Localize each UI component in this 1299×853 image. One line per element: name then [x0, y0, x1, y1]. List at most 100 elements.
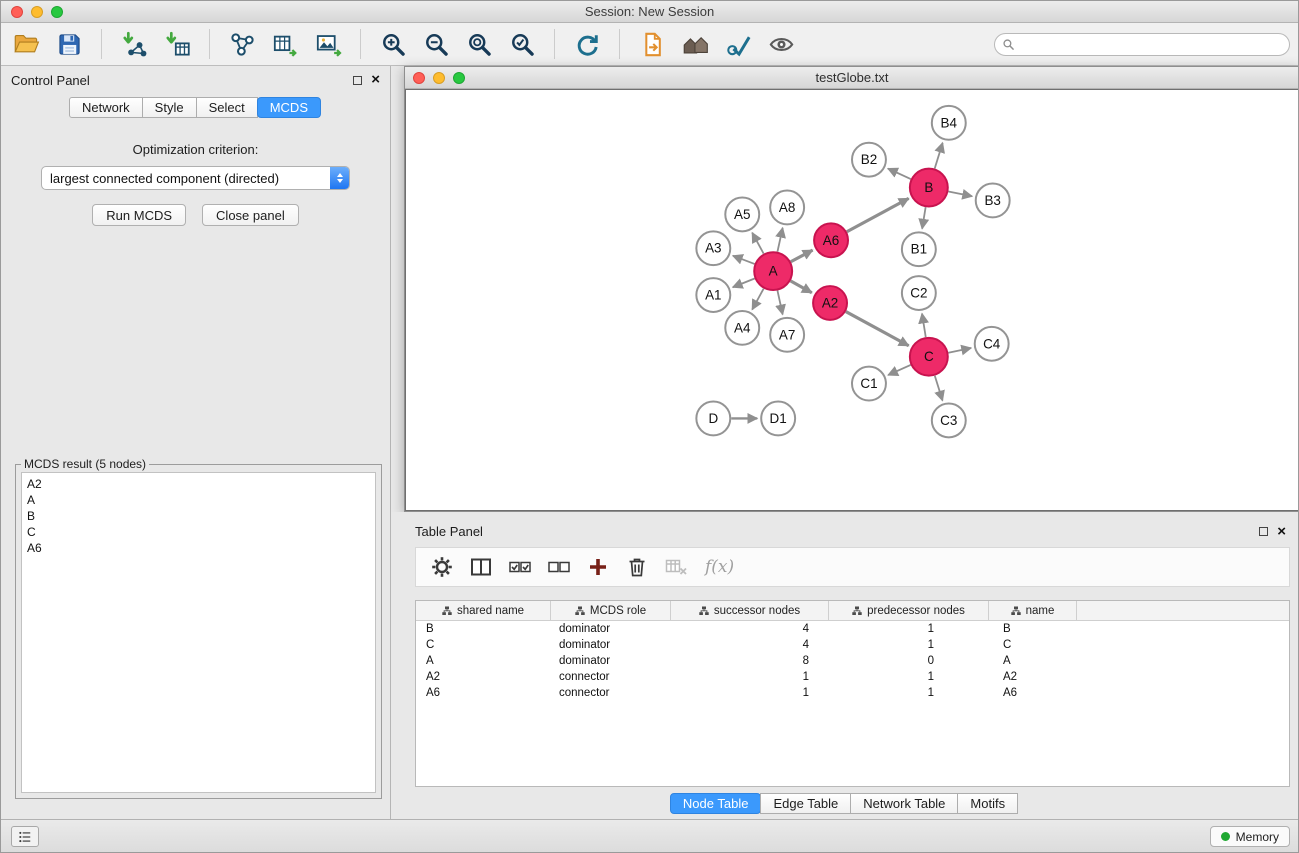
tab-style[interactable]: Style: [142, 97, 197, 118]
deselect-all-button[interactable]: [545, 553, 573, 581]
graph-node-C2[interactable]: C2: [902, 276, 936, 310]
column-layout-button[interactable]: [467, 553, 495, 581]
run-mcds-button[interactable]: Run MCDS: [92, 204, 186, 226]
graph-node-B2[interactable]: B2: [852, 143, 886, 177]
graph-edge-B-B4[interactable]: [935, 143, 943, 169]
table-cell[interactable]: B: [989, 621, 1077, 637]
graph-node-C4[interactable]: C4: [975, 327, 1009, 361]
import-network-button[interactable]: [115, 27, 153, 61]
search-input[interactable]: [1015, 38, 1289, 52]
network-manager-button[interactable]: [223, 27, 261, 61]
column-header-name[interactable]: name: [989, 601, 1077, 620]
table-cell[interactable]: dominator: [551, 653, 671, 669]
float-table-panel-icon[interactable]: [1259, 527, 1268, 536]
graph-edge-C-C1[interactable]: [888, 365, 911, 375]
graph-node-A8[interactable]: A8: [770, 191, 804, 225]
graph-node-B[interactable]: B: [910, 169, 948, 207]
table-cell[interactable]: B: [416, 621, 551, 637]
close-panel-button[interactable]: Close panel: [202, 204, 299, 226]
open-folder-button[interactable]: [7, 27, 45, 61]
tab-edge-table[interactable]: Edge Table: [760, 793, 851, 814]
table-cell[interactable]: 1: [671, 669, 829, 685]
table-cell[interactable]: A6: [989, 685, 1077, 701]
delete-column-button[interactable]: [623, 553, 651, 581]
table-row[interactable]: A6connector11A6: [416, 685, 1289, 701]
column-header-shared-name[interactable]: shared name: [416, 601, 551, 620]
zoom-in-button[interactable]: [374, 27, 412, 61]
table-cell[interactable]: 1: [829, 621, 989, 637]
table-cell[interactable]: 8: [671, 653, 829, 669]
table-row[interactable]: A2connector11A2: [416, 669, 1289, 685]
tab-motifs[interactable]: Motifs: [957, 793, 1018, 814]
graph-edge-A2-C[interactable]: [846, 312, 909, 346]
graph-edge-A-A4[interactable]: [752, 289, 763, 310]
graph-edge-A-A6[interactable]: [791, 250, 813, 262]
graph-edge-A-A5[interactable]: [752, 233, 763, 254]
graph-edge-A-A2[interactable]: [791, 281, 812, 293]
table-cell[interactable]: A6: [416, 685, 551, 701]
tab-mcds[interactable]: MCDS: [257, 97, 321, 118]
export-image-button[interactable]: [309, 27, 347, 61]
table-cell[interactable]: 1: [829, 669, 989, 685]
graph-node-D1[interactable]: D1: [761, 402, 795, 436]
function-builder-button[interactable]: f(x): [705, 557, 734, 577]
graph-node-C1[interactable]: C1: [852, 367, 886, 401]
zoom-selected-button[interactable]: [503, 27, 541, 61]
select-all-button[interactable]: [506, 553, 534, 581]
graph-edge-A-A7[interactable]: [777, 291, 782, 315]
graph-node-C[interactable]: C: [910, 338, 948, 376]
graph-node-C3[interactable]: C3: [932, 404, 966, 438]
graph-node-A4[interactable]: A4: [725, 311, 759, 345]
graph-edge-A6-B[interactable]: [847, 198, 909, 231]
table-cell[interactable]: dominator: [551, 637, 671, 653]
zoom-window-button[interactable]: [51, 6, 63, 18]
graph-edge-C-C4[interactable]: [948, 348, 971, 353]
graph-edge-C-C3[interactable]: [935, 376, 943, 401]
table-cell[interactable]: A2: [416, 669, 551, 685]
table-cell[interactable]: C: [989, 637, 1077, 653]
graph-edge-B-B2[interactable]: [888, 169, 911, 180]
table-row[interactable]: Adominator80A: [416, 653, 1289, 669]
clear-table-button[interactable]: [662, 553, 690, 581]
table-row[interactable]: Cdominator41C: [416, 637, 1289, 653]
column-header-successor-nodes[interactable]: successor nodes: [671, 601, 829, 620]
memory-indicator[interactable]: Memory: [1210, 826, 1290, 847]
panel-list-button[interactable]: [11, 826, 39, 847]
table-cell[interactable]: A: [416, 653, 551, 669]
graph-node-A[interactable]: A: [754, 252, 792, 290]
table-cell[interactable]: 1: [829, 685, 989, 701]
table-cell[interactable]: 0: [829, 653, 989, 669]
graph-edge-B-B3[interactable]: [948, 192, 972, 197]
float-panel-icon[interactable]: [353, 76, 362, 85]
network-zoom-button[interactable]: [453, 72, 465, 84]
graph-node-B3[interactable]: B3: [976, 184, 1010, 218]
close-panel-icon[interactable]: ×: [371, 75, 380, 85]
column-header-mcds-role[interactable]: MCDS role: [551, 601, 671, 620]
tab-network[interactable]: Network: [69, 97, 143, 118]
table-cell[interactable]: dominator: [551, 621, 671, 637]
zoom-fit-button[interactable]: [460, 27, 498, 61]
table-cell[interactable]: C: [416, 637, 551, 653]
table-cell[interactable]: 4: [671, 621, 829, 637]
import-table-button[interactable]: [158, 27, 196, 61]
export-table-button[interactable]: [266, 27, 304, 61]
close-window-button[interactable]: [11, 6, 23, 18]
criterion-dropdown[interactable]: largest connected component (directed): [41, 166, 350, 190]
result-item[interactable]: C: [27, 524, 370, 540]
apply-style-button[interactable]: [719, 27, 757, 61]
column-header-predecessor-nodes[interactable]: predecessor nodes: [829, 601, 989, 620]
table-cell[interactable]: connector: [551, 685, 671, 701]
show-hide-button[interactable]: [762, 27, 800, 61]
graph-node-A3[interactable]: A3: [696, 231, 730, 265]
minimize-window-button[interactable]: [31, 6, 43, 18]
tab-network-table[interactable]: Network Table: [850, 793, 958, 814]
graph-node-A2[interactable]: A2: [813, 286, 847, 320]
network-minimize-button[interactable]: [433, 72, 445, 84]
network-close-button[interactable]: [413, 72, 425, 84]
result-item[interactable]: B: [27, 508, 370, 524]
tab-select[interactable]: Select: [196, 97, 258, 118]
home-layout-button[interactable]: [676, 27, 714, 61]
graph-edge-C-C2[interactable]: [922, 314, 926, 337]
import-network-file-button[interactable]: [633, 27, 671, 61]
save-session-button[interactable]: [50, 27, 88, 61]
